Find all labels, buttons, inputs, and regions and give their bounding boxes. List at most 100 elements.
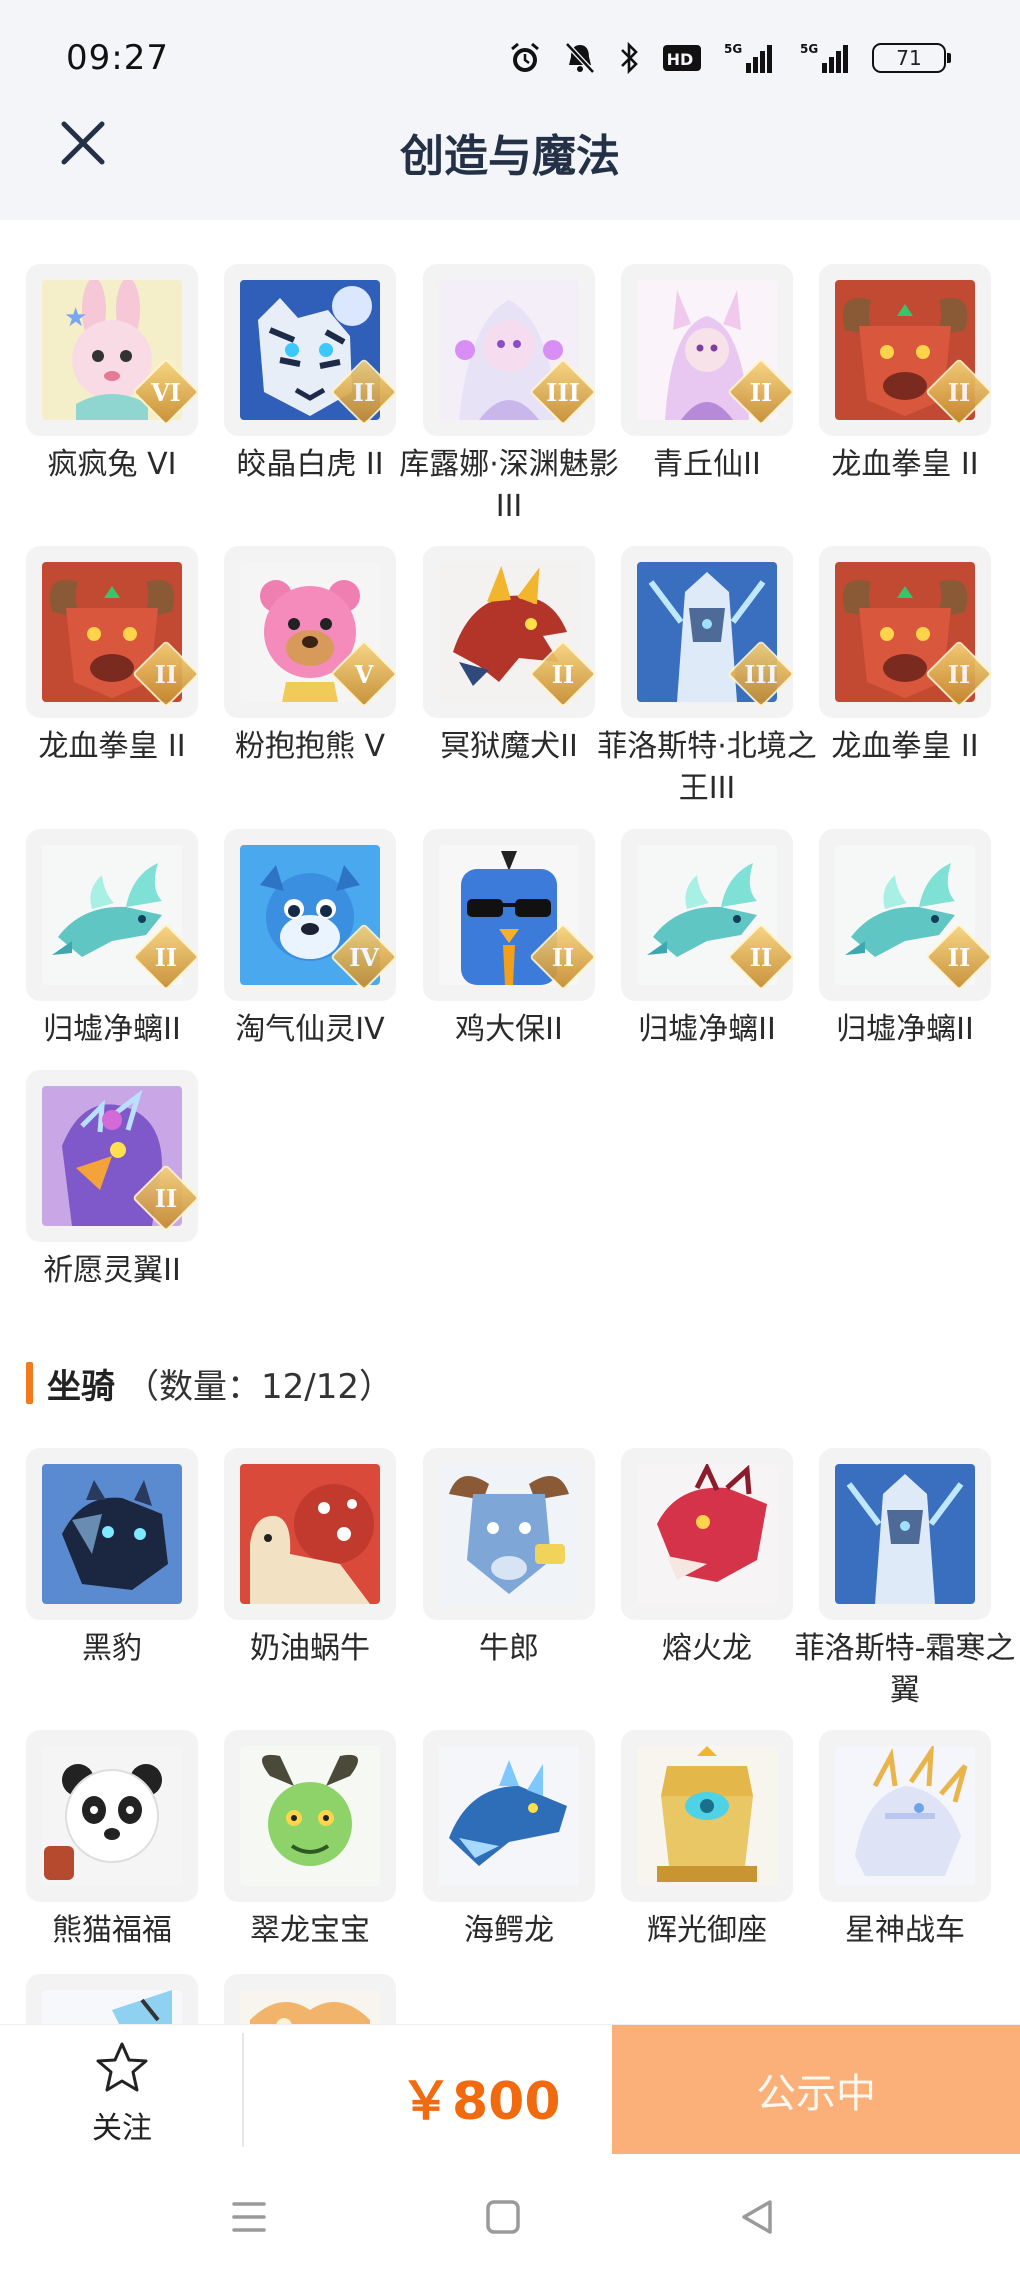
pet-image: II xyxy=(423,829,595,1001)
signal-5g-icon: 5G xyxy=(724,42,772,73)
mount-name: 辉光御座 xyxy=(647,1913,767,1948)
mount-name: 牛郎 xyxy=(479,1631,539,1666)
dragon-lava-illustration xyxy=(637,1464,777,1604)
grade-badge-label: II xyxy=(947,659,971,689)
mounts-section-title: 坐骑 xyxy=(47,1366,115,1407)
status-icons: HD 5G 5G 71 xyxy=(508,38,951,78)
pet-name: 疯疯兔 VI xyxy=(47,447,177,482)
mounts-section-count: （数量：12/12） xyxy=(125,1366,393,1407)
svg-text:★: ★ xyxy=(64,303,87,333)
pet-name: 龙血拳皇 II xyxy=(831,447,979,482)
nav-home-button[interactable] xyxy=(478,2192,528,2242)
mount-image xyxy=(819,1448,991,1620)
pet-image: II xyxy=(26,1070,198,1242)
sea-croc-illustration xyxy=(439,1746,579,1886)
grade-badge-label: II xyxy=(749,377,773,407)
mount-name: 熔火龙 xyxy=(662,1631,752,1666)
bluetooth-icon xyxy=(621,41,638,75)
mount-name: 菲洛斯特-霜寒之翼 xyxy=(794,1631,1016,1708)
mount-name: 海鳄龙 xyxy=(464,1913,554,1948)
nav-back-button[interactable] xyxy=(732,2192,782,2242)
system-nav-bar xyxy=(0,2154,1020,2278)
dragon-green-illustration xyxy=(240,1746,380,1886)
pet-image: II xyxy=(621,264,793,436)
follow-label: 关注 xyxy=(92,2111,152,2146)
mute-bell-icon xyxy=(565,42,595,74)
pet-image: V xyxy=(224,546,396,718)
mount-image xyxy=(26,1448,198,1620)
public-notice-button[interactable]: 公示中 xyxy=(612,2025,1020,2155)
svg-text:5G: 5G xyxy=(800,42,818,56)
grade-badge-label: II xyxy=(154,659,178,689)
pet-name: 鸡大保II xyxy=(455,1012,563,1047)
mount-name: 星神战车 xyxy=(845,1913,965,1948)
section-accent-bar xyxy=(26,1362,33,1404)
grade-badge-label: VI xyxy=(151,377,181,407)
grade-badge-label: II xyxy=(154,942,178,972)
grade-badge-label: II xyxy=(154,1183,178,1213)
grade-badge-label: IV xyxy=(349,942,379,972)
grade-badge-label: V xyxy=(354,659,374,689)
mount-name: 黑豹 xyxy=(82,1631,142,1666)
pet-name: 菲洛斯特·北境之王III xyxy=(597,729,817,806)
svg-text:HD: HD xyxy=(667,50,694,69)
pet-image: II xyxy=(26,829,198,1001)
pet-name: 皎晶白虎 II xyxy=(236,447,384,482)
mount-name: 奶油蜗牛 xyxy=(250,1631,370,1666)
price: ￥800 xyxy=(400,2072,561,2132)
pet-image: II xyxy=(819,264,991,436)
partial-orange-illustration xyxy=(240,1990,380,2024)
nav-menu-button[interactable] xyxy=(224,2192,274,2242)
grade-badge-label: II xyxy=(551,659,575,689)
grade-badge-label: III xyxy=(744,659,778,689)
divider xyxy=(242,2033,244,2147)
panther-illustration xyxy=(42,1464,182,1604)
mount-name: 熊猫福福 xyxy=(52,1913,172,1948)
grade-badge-label: II xyxy=(551,942,575,972)
mount-name: 翠龙宝宝 xyxy=(250,1913,370,1948)
grade-badge-label: II xyxy=(749,942,773,972)
back-triangle-icon xyxy=(742,2200,772,2234)
battery-indicator: 71 xyxy=(872,43,951,73)
mount-image xyxy=(819,1730,991,1902)
mount-image xyxy=(224,1974,396,2024)
pet-image: II xyxy=(423,546,595,718)
pet-name: 粉抱抱熊 V xyxy=(234,729,386,764)
mount-image xyxy=(224,1448,396,1620)
pet-image: IV xyxy=(224,829,396,1001)
pet-image: II xyxy=(224,264,396,436)
bottom-action-bar: 关注 ￥800 公示中 xyxy=(0,2024,1020,2155)
pet-name: 青丘仙II xyxy=(653,447,761,482)
mount-image xyxy=(423,1448,595,1620)
pet-name: 冥狱魔犬II xyxy=(440,729,578,764)
panda-illustration xyxy=(42,1746,182,1886)
page-title: 创造与魔法 xyxy=(400,131,620,182)
top-bar: 09:27 HD 5G 5G 71 创造与魔法 xyxy=(0,0,1020,220)
pet-name: 淘气仙灵IV xyxy=(235,1012,385,1047)
mount-image xyxy=(26,1730,198,1902)
mount-image xyxy=(621,1730,793,1902)
follow-button[interactable]: 关注 xyxy=(60,2041,184,2146)
grade-badge-label: II xyxy=(947,377,971,407)
pet-name: 归墟净螭II xyxy=(836,1012,974,1047)
star-icon xyxy=(96,2042,148,2092)
pet-image: II xyxy=(621,829,793,1001)
pet-image: III xyxy=(423,264,595,436)
pet-name: 龙血拳皇 II xyxy=(831,729,979,764)
mount-image xyxy=(224,1730,396,1902)
bull-illustration xyxy=(439,1464,579,1604)
mount-image xyxy=(26,1974,198,2024)
content-area[interactable]: ★ VI 疯疯兔 VI II 皎晶白虎 II III 库露娜·深渊魅影III II 青丘仙II I… xyxy=(0,220,1020,2024)
pet-image: II xyxy=(819,546,991,718)
mount-image xyxy=(423,1730,595,1902)
signal-5g-icon: 5G xyxy=(800,42,848,73)
mounts-section-heading: 坐骑 （数量：12/12） xyxy=(26,1360,393,1407)
pet-image: ★ VI xyxy=(26,264,198,436)
pet-name: 归墟净螭II xyxy=(43,1012,181,1047)
pet-image: III xyxy=(621,546,793,718)
snail-illustration xyxy=(240,1464,380,1604)
mount-image xyxy=(621,1448,793,1620)
alarm-icon xyxy=(511,42,539,72)
pet-image: II xyxy=(819,829,991,1001)
home-square-icon xyxy=(486,2200,520,2234)
